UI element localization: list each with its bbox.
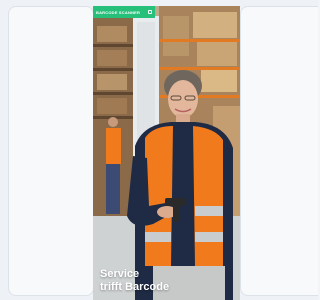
warehouse-photo — [93, 6, 240, 300]
ad-headline: Service trifft Barcode — [100, 268, 230, 294]
headline-line-2: trifft Barcode — [100, 281, 170, 293]
page-frame: BARCODE SCANNER Service trifft Barcode — [0, 0, 318, 300]
side-card-left — [8, 6, 94, 296]
advertisement-banner[interactable]: BARCODE SCANNER Service trifft Barcode — [93, 6, 240, 300]
brand-bar[interactable]: BARCODE SCANNER — [93, 6, 155, 18]
brand-label: BARCODE SCANNER — [96, 9, 141, 15]
side-card-right — [240, 6, 318, 296]
headline-line-1: Service — [100, 268, 140, 280]
brand-mark-icon — [148, 10, 152, 14]
